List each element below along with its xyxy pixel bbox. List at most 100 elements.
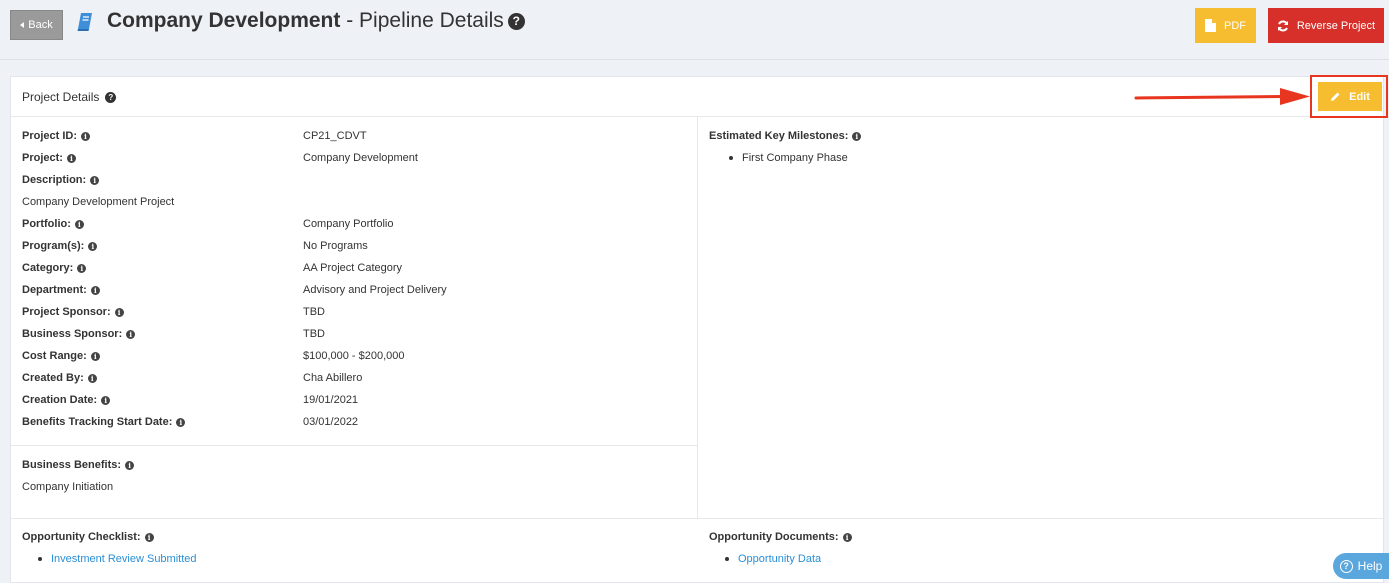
book-icon	[77, 13, 92, 31]
document-item[interactable]: Opportunity Data	[725, 551, 821, 567]
page-title: Company Development - Pipeline Details?	[107, 9, 525, 33]
section-divider	[11, 518, 1385, 519]
edit-highlight-box: Edit	[1310, 75, 1388, 118]
detail-value: TBD	[303, 306, 325, 318]
detail-row-benefits-tracking: Benefits Tracking Start Date: i 03/01/202…	[22, 414, 358, 430]
detail-label: Portfolio: i	[22, 218, 84, 230]
detail-label: Business Sponsor: i	[22, 328, 136, 340]
detail-row-cost-range: Cost Range: i $100,000 - $200,000	[22, 348, 405, 364]
detail-label: Category: i	[22, 262, 87, 274]
bullet-dot	[38, 557, 42, 561]
checklist-link[interactable]: Investment Review Submitted	[51, 553, 197, 565]
detail-label: Business Benefits: i	[22, 459, 135, 471]
business-benefits-row: Business Benefits: i	[22, 457, 135, 473]
milestone-item: First Company Phase	[729, 150, 848, 166]
page-title-project: Company Development	[107, 9, 341, 32]
detail-row-business-sponsor: Business Sponsor: i TBD	[22, 326, 325, 342]
help-button-label: Help	[1357, 559, 1383, 573]
panel-title-text: Project Details	[22, 90, 100, 104]
question-circle-icon[interactable]: ?	[507, 12, 525, 30]
detail-label: Cost Range: i	[22, 350, 100, 362]
detail-row-project-id: Project ID: i CP21_CDVT	[22, 128, 367, 144]
back-button[interactable]: Back	[10, 10, 63, 40]
edit-button-label: Edit	[1349, 90, 1370, 103]
info-icon: i	[77, 263, 87, 273]
info-icon: i	[90, 351, 100, 361]
info-icon: i	[101, 395, 111, 405]
detail-value: No Programs	[303, 240, 368, 252]
reverse-project-button[interactable]: Reverse Project	[1268, 8, 1384, 43]
refresh-icon	[1277, 20, 1288, 31]
detail-value: Company Development	[303, 152, 418, 164]
detail-row-programs: Program(s): i No Programs	[22, 238, 368, 254]
info-icon: i	[66, 153, 76, 163]
info-icon: i	[126, 329, 136, 339]
back-button-label: Back	[28, 19, 53, 31]
detail-value: Cha Abillero	[303, 372, 363, 384]
detail-row-description: Description: i	[22, 172, 100, 188]
question-circle-icon[interactable]: ?	[105, 91, 117, 103]
panel-title: Project Details ?	[22, 90, 117, 104]
detail-label: Description: i	[22, 174, 100, 186]
page-title-section: - Pipeline Details	[340, 9, 504, 32]
detail-label: Project: i	[22, 152, 76, 164]
detail-label: Creation Date: i	[22, 394, 111, 406]
edit-button[interactable]: Edit	[1318, 82, 1382, 111]
pdf-button-label: PDF	[1224, 19, 1246, 32]
detail-label: Created By: i	[22, 372, 97, 384]
detail-value: Company Portfolio	[303, 218, 394, 230]
detail-row-project-sponsor: Project Sponsor: i TBD	[22, 304, 325, 320]
info-icon: i	[87, 373, 97, 383]
help-button[interactable]: ? Help	[1333, 553, 1389, 579]
info-icon: i	[125, 460, 135, 470]
detail-value: 03/01/2022	[303, 416, 359, 428]
info-icon: i	[852, 131, 862, 141]
question-circle-icon: ?	[1339, 559, 1353, 573]
project-details-panel: Project Details ? Edit Project ID: i CP21…	[10, 75, 1388, 583]
detail-label: Benefits Tracking Start Date: i	[22, 416, 186, 428]
annotation-arrow	[1134, 88, 1310, 105]
document-link[interactable]: Opportunity Data	[738, 553, 821, 565]
detail-row-portfolio: Portfolio: i Company Portfolio	[22, 216, 394, 232]
detail-value: $100,000 - $200,000	[303, 350, 405, 362]
checklist-item[interactable]: Investment Review Submitted	[38, 551, 197, 567]
caret-left-icon	[20, 22, 25, 28]
detail-row-category: Category: i AA Project Category	[22, 260, 402, 276]
bullet-dot	[729, 156, 733, 160]
info-icon: i	[114, 307, 124, 317]
checklist-heading: Opportunity Checklist: i	[22, 529, 154, 545]
info-icon: i	[176, 417, 186, 427]
pdf-button[interactable]: PDF	[1195, 8, 1256, 43]
detail-label: Project ID: i	[22, 130, 91, 142]
detail-label: Department: i	[22, 284, 100, 296]
info-icon: i	[144, 532, 154, 542]
detail-row-creation-date: Creation Date: i 19/01/2021	[22, 392, 358, 408]
details-column: Project ID: i CP21_CDVT Project: i Company…	[11, 117, 698, 518]
info-icon: i	[81, 131, 91, 141]
detail-value: Advisory and Project Delivery	[303, 284, 447, 296]
detail-label: Project Sponsor: i	[22, 306, 124, 318]
detail-row-project: Project: i Company Development	[22, 150, 418, 166]
description-text: Company Development Project	[22, 196, 175, 208]
info-icon: i	[88, 241, 98, 251]
detail-label: Program(s): i	[22, 240, 98, 252]
detail-row-department: Department: i Advisory and Project Delive…	[22, 282, 447, 298]
detail-value: 19/01/2021	[303, 394, 359, 406]
file-icon	[1205, 19, 1216, 32]
business-benefits-text: Company Initiation	[22, 481, 114, 493]
detail-value: TBD	[303, 328, 325, 340]
bullet-dot	[725, 557, 729, 561]
divider	[11, 445, 698, 446]
reverse-project-label: Reverse Project	[1296, 19, 1376, 32]
info-icon: i	[842, 532, 852, 542]
detail-row-created-by: Created By: i Cha Abillero	[22, 370, 362, 386]
milestones-heading: Estimated Key Milestones: i	[709, 128, 862, 144]
info-icon: i	[90, 285, 100, 295]
detail-value: CP21_CDVT	[303, 130, 367, 142]
documents-heading: Opportunity Documents: i	[709, 529, 852, 545]
pencil-icon	[1331, 92, 1340, 101]
detail-value: AA Project Category	[303, 262, 403, 274]
info-icon: i	[90, 175, 100, 185]
page-header: Back Company Development - Pipeline Deta…	[0, 0, 1389, 60]
info-icon: i	[74, 219, 84, 229]
